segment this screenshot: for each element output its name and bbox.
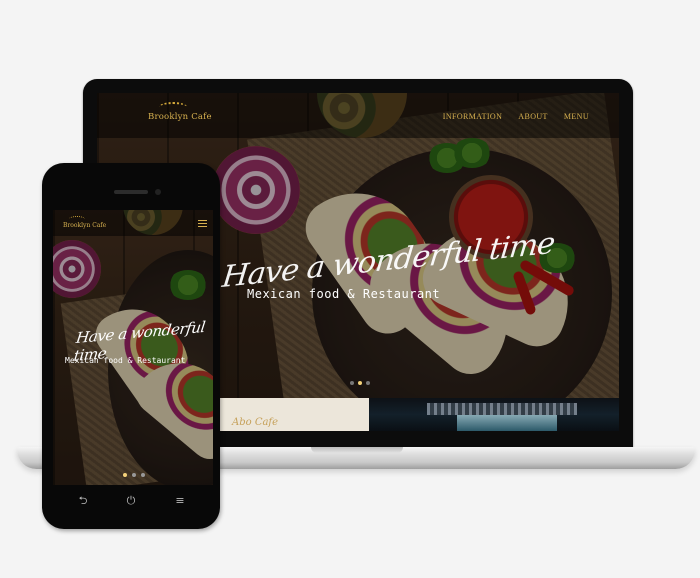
chandelier-image	[427, 403, 577, 415]
mobile-site-logo[interactable]: Brooklyn Cafe	[63, 222, 106, 229]
phone-speaker	[114, 190, 148, 194]
phone-camera	[155, 189, 161, 195]
laptop-notch	[311, 447, 403, 453]
site-header: Brooklyn Cafe INFORMATION ABOUT MENU	[97, 93, 619, 138]
nav-item-about[interactable]: ABOUT	[518, 112, 548, 121]
slider-dot[interactable]	[132, 473, 136, 477]
mobile-slider-dots	[123, 473, 145, 477]
sunburst-logo-icon	[159, 102, 187, 112]
slider-dot[interactable]	[366, 381, 370, 385]
back-icon[interactable]: ⮌	[77, 495, 89, 507]
about-section-heading: Abo Cafe	[232, 417, 279, 428]
phone-screen: Brooklyn Cafe Have a wonderful time Mexi…	[53, 210, 213, 485]
slider-dot-active[interactable]	[123, 473, 127, 477]
hamburger-icon[interactable]	[198, 220, 207, 227]
nav-item-information[interactable]: INFORMATION	[443, 112, 503, 121]
slider-dot[interactable]	[350, 381, 354, 385]
slider-dot[interactable]	[141, 473, 145, 477]
menu-icon[interactable]: ≡	[174, 495, 186, 507]
mobile-hero-subtitle: Mexican food & Restaurant	[65, 356, 186, 365]
nav-item-menu[interactable]: MENU	[564, 112, 589, 121]
slider-dot-active[interactable]	[358, 381, 362, 385]
mobile-header: Brooklyn Cafe	[53, 210, 213, 236]
interior-glow	[457, 415, 557, 431]
site-logo[interactable]: Brooklyn Cafe	[148, 112, 212, 122]
slider-dots	[350, 381, 370, 385]
power-icon[interactable]: ⏻	[125, 495, 137, 507]
hero-subtitle: Mexican food & Restaurant	[247, 287, 441, 301]
main-nav: INFORMATION ABOUT MENU	[443, 112, 589, 121]
